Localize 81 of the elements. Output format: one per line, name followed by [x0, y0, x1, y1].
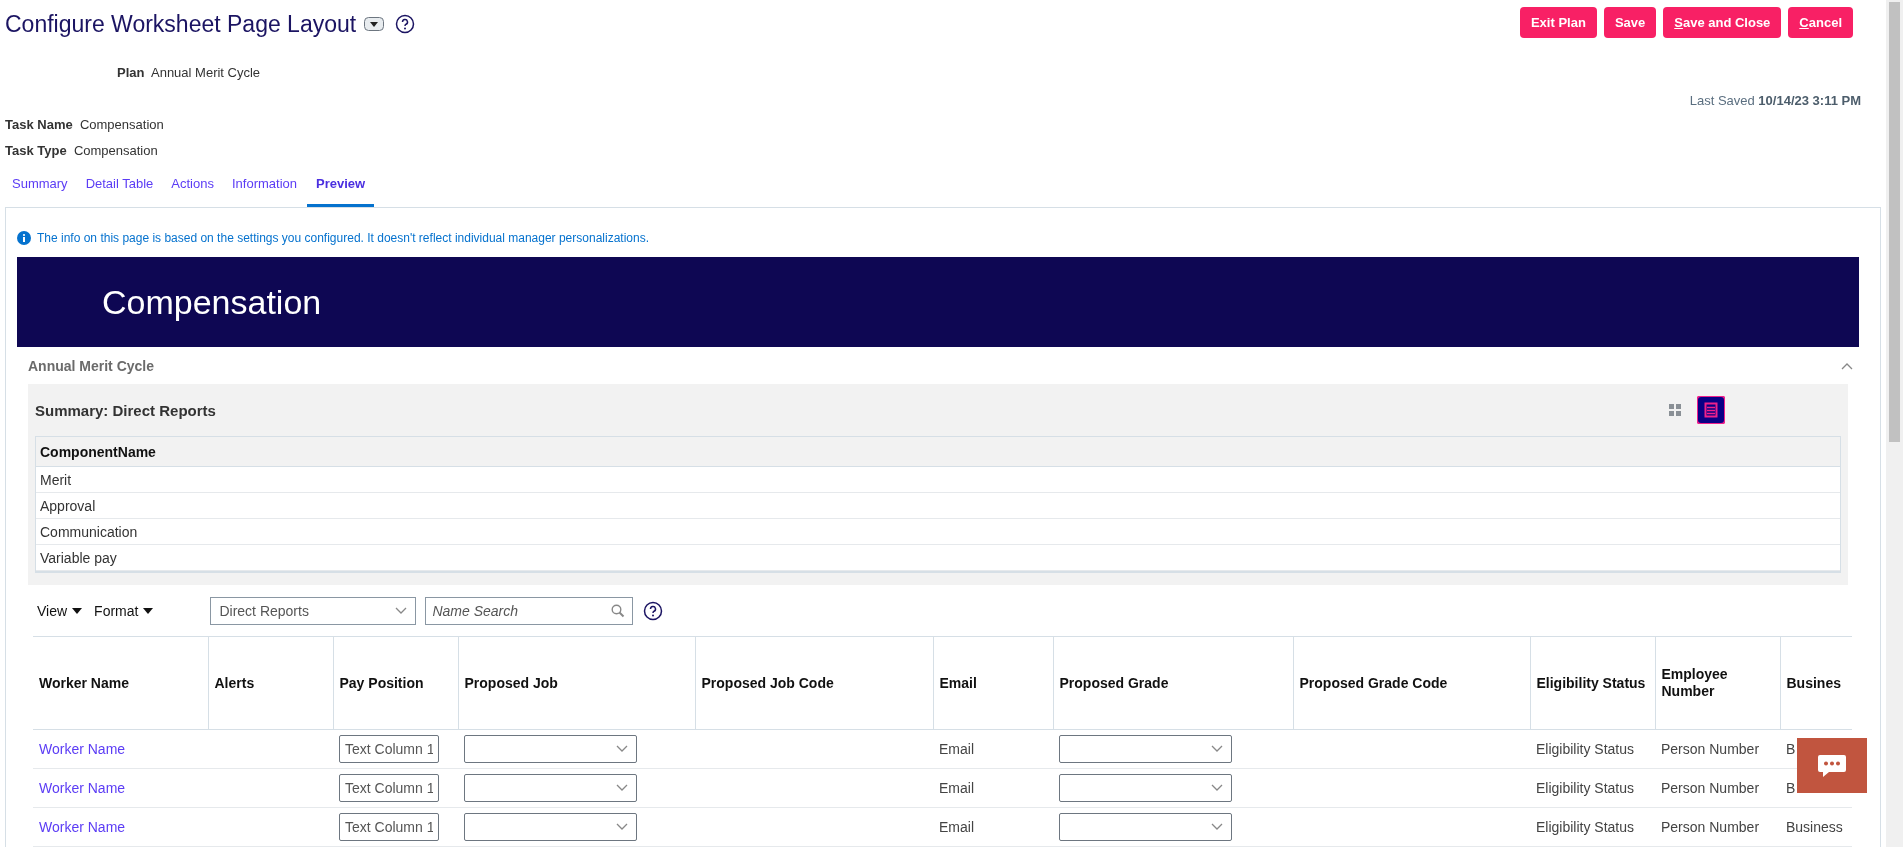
menu-button[interactable]: View	[37, 602, 83, 619]
table-cell: Person Number	[1661, 741, 1760, 757]
caret-down-icon[interactable]	[72, 607, 83, 614]
table-cell: Merit	[40, 471, 72, 488]
help-icon[interactable]	[643, 600, 664, 621]
dropdown-field[interactable]	[1059, 735, 1232, 763]
column-header: Busines	[1786, 674, 1841, 691]
text-input-field[interactable]: Text Column 1	[339, 735, 439, 763]
tab[interactable]: Actions	[163, 163, 222, 207]
page-title: Configure Worksheet Page Layout	[5, 10, 357, 38]
tab[interactable]: Preview	[307, 163, 375, 207]
menu-button[interactable]: Format	[94, 602, 154, 619]
summary-title: Summary: Direct Reports	[35, 401, 216, 419]
table-cell: Eligibility Status	[1536, 819, 1635, 835]
table-cell: Email	[939, 780, 974, 796]
chevron-icon[interactable]	[1841, 361, 1853, 370]
table-cell: Approval	[40, 497, 96, 514]
worker-name-link[interactable]: Worker Name	[39, 819, 126, 835]
action-button[interactable]: Save	[1603, 6, 1657, 38]
column-header: Employee Number	[1661, 666, 1728, 699]
plan-field: Plan Annual Merit Cycle	[117, 48, 261, 111]
chevron-down-icon[interactable]	[395, 606, 408, 615]
table-cell: B	[1786, 780, 1796, 796]
tab[interactable]: Summary	[4, 163, 76, 207]
column-header: Email	[939, 674, 977, 691]
column-header: Proposed Grade	[1059, 674, 1169, 691]
column-header: Pay Position	[339, 674, 424, 691]
chevron-down-icon[interactable]	[1211, 745, 1223, 753]
column-header: Proposed Job	[464, 674, 558, 691]
info-icon	[17, 230, 31, 245]
action-button[interactable]: Cancel	[1788, 6, 1853, 38]
table-cell: B	[1786, 741, 1796, 757]
dropdown-field[interactable]	[464, 774, 637, 802]
table-cell: Person Number	[1661, 780, 1760, 796]
column-header: Alerts	[214, 674, 255, 691]
tab[interactable]: Information	[223, 163, 305, 207]
task-field: Task Name Compensation	[5, 116, 164, 132]
section-title: Annual Merit Cycle	[28, 357, 155, 374]
chevron-down-icon[interactable]	[616, 823, 628, 831]
list-view-icon[interactable]	[1697, 396, 1725, 424]
table-cell: Email	[939, 819, 974, 835]
column-header: Eligibility Status	[1536, 674, 1646, 691]
chevron-down-icon[interactable]	[616, 745, 628, 753]
chat-button[interactable]	[1797, 738, 1867, 793]
column-header: Proposed Grade Code	[1299, 674, 1448, 691]
chevron-down-icon[interactable]	[616, 784, 628, 792]
action-button[interactable]: Save and Close	[1663, 6, 1782, 38]
search-icon[interactable]	[611, 603, 626, 618]
chevron-down-icon[interactable]	[1211, 823, 1223, 831]
search-field[interactable]: Name Search	[425, 596, 634, 625]
tab[interactable]: Detail Table	[77, 163, 162, 207]
dropdown-field[interactable]	[1059, 813, 1232, 841]
table-cell: Business	[1786, 819, 1843, 835]
chevron-down-icon[interactable]	[1211, 784, 1223, 792]
dropdown-field[interactable]	[464, 735, 637, 763]
filter-dropdown[interactable]: Direct Reports	[210, 596, 417, 625]
column-header: ComponentName	[40, 443, 156, 460]
dropdown-field[interactable]	[464, 813, 637, 841]
help-icon[interactable]	[395, 14, 416, 34]
column-header: Proposed Job Code	[701, 674, 834, 691]
info-message: The info on this page is based on the settings you configured. It doesn't reflect individual manager personalizations.	[37, 230, 649, 245]
table-cell: Email	[939, 741, 974, 757]
task-field: Task Type Compensation	[5, 142, 158, 158]
action-button[interactable]: Exit Plan	[1519, 6, 1597, 38]
dropdown-field[interactable]	[1059, 774, 1232, 802]
chat-bubble-icon	[1817, 753, 1847, 778]
dropdown-icon[interactable]	[364, 17, 385, 31]
text-input-field[interactable]: Text Column 1	[339, 813, 439, 841]
table-cell: Variable pay	[40, 549, 117, 566]
table-cell: Eligibility Status	[1536, 741, 1635, 757]
worker-name-link[interactable]: Worker Name	[39, 780, 126, 796]
last-saved-text: Last Saved 10/14/23 3:11 PM	[1689, 93, 1861, 110]
table-cell: Communication	[40, 523, 138, 540]
column-header: Worker Name	[39, 674, 129, 691]
banner-title: Compensation	[102, 282, 322, 322]
table-cell: Person Number	[1661, 819, 1760, 835]
worker-name-link[interactable]: Worker Name	[39, 741, 126, 757]
text-input-field[interactable]: Text Column 1	[339, 774, 439, 802]
caret-down-icon[interactable]	[143, 607, 154, 614]
scrollbar[interactable]	[1886, 0, 1903, 847]
table-cell: Eligibility Status	[1536, 780, 1635, 796]
